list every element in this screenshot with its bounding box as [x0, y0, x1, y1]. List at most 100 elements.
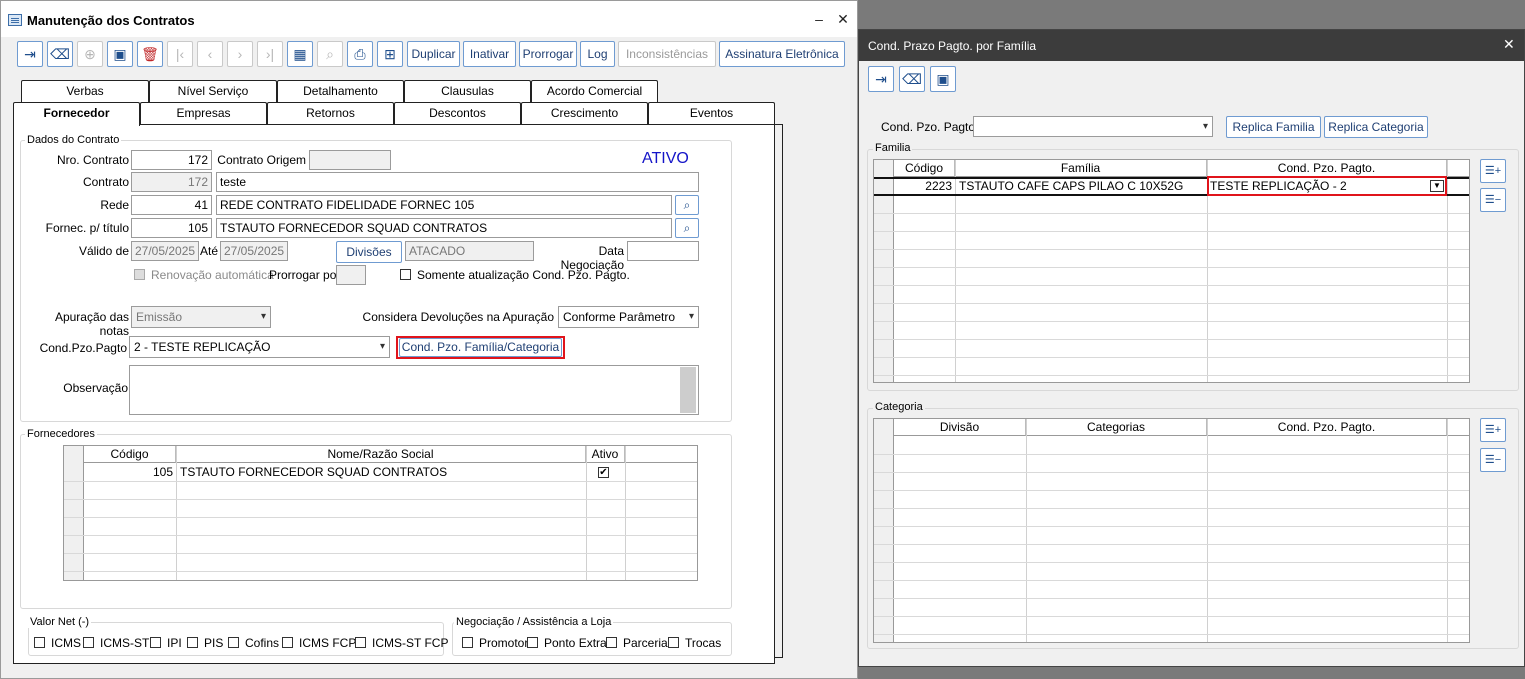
- tab-clausulas[interactable]: Clausulas: [404, 80, 531, 102]
- chevron-down-icon[interactable]: ▼: [1430, 180, 1444, 192]
- remove-category-row-icon[interactable]: ☰−: [1480, 448, 1506, 472]
- save-icon[interactable]: ▣: [107, 41, 133, 67]
- dialog-title: Cond. Prazo Pagto. por Família: [868, 39, 1037, 53]
- eraser-icon[interactable]: ⌫: [47, 41, 73, 67]
- column-header-cond[interactable]: Cond. Pzo. Pagto.: [1207, 419, 1447, 436]
- add-category-row-icon[interactable]: ☰+: [1480, 418, 1506, 442]
- replicate-category-button[interactable]: Replica Categoria: [1324, 116, 1428, 138]
- partnership-checkbox[interactable]: [606, 637, 617, 648]
- negotiation-group-label: Negociação / Assistência a Loja: [454, 616, 614, 628]
- column-header-ativo[interactable]: Ativo: [586, 446, 625, 463]
- inconsistencies-button[interactable]: Inconsistências: [618, 41, 716, 67]
- column-header-familia[interactable]: Família: [955, 160, 1207, 177]
- icms-st-fcp-label: ICMS-ST FCP: [372, 636, 449, 650]
- extend-by-field[interactable]: [336, 265, 366, 285]
- close-button[interactable]: ✕: [834, 10, 852, 28]
- divisions-button[interactable]: Divisões: [336, 241, 402, 263]
- only-update-checkbox[interactable]: [400, 269, 411, 280]
- column-header-codigo[interactable]: Código: [894, 160, 955, 177]
- tab-acordo-comercial[interactable]: Acordo Comercial: [531, 80, 658, 102]
- observation-scrollbar[interactable]: [680, 367, 696, 413]
- icms-st-checkbox[interactable]: [83, 637, 94, 648]
- table-icon[interactable]: ▦: [287, 41, 313, 67]
- table-row[interactable]: 105 TSTAUTO FORNECEDOR SQUAD CONTRATOS ✔: [84, 464, 697, 481]
- calculation-select[interactable]: Emissão ▾: [131, 306, 271, 328]
- dialog-close-button[interactable]: ✕: [1503, 36, 1515, 53]
- promoter-label: Promotor: [479, 636, 529, 650]
- chevron-down-icon: ▾: [379, 341, 385, 352]
- add-family-row-icon[interactable]: ☰+: [1480, 159, 1506, 183]
- tab-descontos[interactable]: Descontos: [394, 102, 521, 124]
- network-code-field[interactable]: 41: [131, 195, 212, 215]
- save-icon[interactable]: ▣: [930, 66, 956, 92]
- column-header-codigo[interactable]: Código: [84, 446, 176, 463]
- title-bar: Manutenção dos Contratos – ✕: [1, 1, 857, 37]
- icms-fcp-checkbox[interactable]: [282, 637, 293, 648]
- next-record-icon[interactable]: ›: [227, 41, 253, 67]
- log-button[interactable]: Log: [580, 41, 615, 67]
- column-header-categorias[interactable]: Categorias: [1026, 419, 1207, 436]
- column-header-divisao[interactable]: Divisão: [894, 419, 1026, 436]
- search-icon[interactable]: ⌕: [317, 41, 343, 67]
- column-header-cond[interactable]: Cond. Pzo. Pagto.: [1207, 160, 1447, 177]
- add-icon[interactable]: ⊕: [77, 41, 103, 67]
- minimize-button[interactable]: –: [810, 10, 828, 28]
- replicate-family-button[interactable]: Replica Familia: [1226, 116, 1321, 138]
- cond-cell-editor[interactable]: TESTE REPLICAÇÃO - 2 ▼: [1209, 178, 1445, 194]
- payment-terms-select[interactable]: 2 - TESTE REPLICAÇÃO ▾: [129, 336, 390, 358]
- valid-until-field[interactable]: 27/05/2025: [220, 241, 288, 261]
- tab-crescimento[interactable]: Crescimento: [521, 102, 648, 124]
- tab-nivel-servico[interactable]: Nível Serviço: [149, 80, 277, 102]
- inactivate-button[interactable]: Inativar: [463, 41, 516, 67]
- returns-select-value: Conforme Parâmetro: [563, 310, 676, 324]
- extend-button[interactable]: Prorrogar: [519, 41, 577, 67]
- grid-row-line: [874, 339, 1469, 340]
- supplier-search-icon[interactable]: ⌕: [675, 218, 699, 238]
- ipi-checkbox[interactable]: [150, 637, 161, 648]
- tab-fornecedor[interactable]: Fornecedor: [13, 102, 140, 126]
- cell-familia: TSTAUTO CAFE CAPS PILAO C 10X52G: [959, 179, 1184, 193]
- exit-icon[interactable]: ⇥: [868, 66, 894, 92]
- observation-field[interactable]: [129, 365, 699, 415]
- electronic-signature-button[interactable]: Assinatura Eletrônica: [719, 41, 845, 67]
- print-icon[interactable]: ⎙: [347, 41, 373, 67]
- promoter-checkbox[interactable]: [462, 637, 473, 648]
- family-category-button[interactable]: Cond. Pzo. Família/Categoria: [399, 338, 562, 357]
- previous-record-icon[interactable]: ‹: [197, 41, 223, 67]
- last-record-icon[interactable]: ›|: [257, 41, 283, 67]
- contract-description-field[interactable]: teste: [216, 172, 699, 192]
- network-search-icon[interactable]: ⌕: [675, 195, 699, 215]
- auto-renewal-checkbox[interactable]: [134, 269, 145, 280]
- tab-detalhamento[interactable]: Detalhamento: [277, 80, 404, 102]
- tab-verbas[interactable]: Verbas: [21, 80, 149, 102]
- first-record-icon[interactable]: |‹: [167, 41, 193, 67]
- tab-empresas[interactable]: Empresas: [140, 102, 267, 124]
- returns-select[interactable]: Conforme Parâmetro ▾: [558, 306, 699, 328]
- eraser-icon[interactable]: ⌫: [899, 66, 925, 92]
- delete-icon[interactable]: 🗑: [137, 41, 163, 67]
- dialog-cond-select[interactable]: ▾: [973, 116, 1213, 137]
- pis-checkbox[interactable]: [187, 637, 198, 648]
- observation-label: Observação: [63, 381, 128, 395]
- grid-row-line: [874, 303, 1469, 304]
- negotiation-date-field[interactable]: [627, 241, 699, 261]
- calculator-icon[interactable]: ⊞: [377, 41, 403, 67]
- valid-from-field[interactable]: 27/05/2025: [131, 241, 199, 261]
- extra-point-checkbox[interactable]: [527, 637, 538, 648]
- family-group-label: Familia: [873, 142, 913, 154]
- column-header-nome[interactable]: Nome/Razão Social: [176, 446, 586, 463]
- contract-label: Contrato: [82, 175, 129, 189]
- cofins-checkbox[interactable]: [228, 637, 239, 648]
- tab-retornos[interactable]: Retornos: [267, 102, 394, 124]
- exchanges-checkbox[interactable]: [668, 637, 679, 648]
- remove-family-row-icon[interactable]: ☰−: [1480, 188, 1506, 212]
- icms-checkbox[interactable]: [34, 637, 45, 648]
- duplicate-button[interactable]: Duplicar: [407, 41, 460, 67]
- icms-st-fcp-checkbox[interactable]: [355, 637, 366, 648]
- origin-contract-field: [309, 150, 391, 170]
- exit-icon[interactable]: ⇥: [17, 41, 43, 67]
- tab-eventos[interactable]: Eventos: [648, 102, 775, 124]
- supplier-code-field[interactable]: 105: [131, 218, 212, 238]
- contract-number-field[interactable]: 172: [131, 150, 212, 170]
- active-checkbox[interactable]: ✔: [598, 467, 609, 478]
